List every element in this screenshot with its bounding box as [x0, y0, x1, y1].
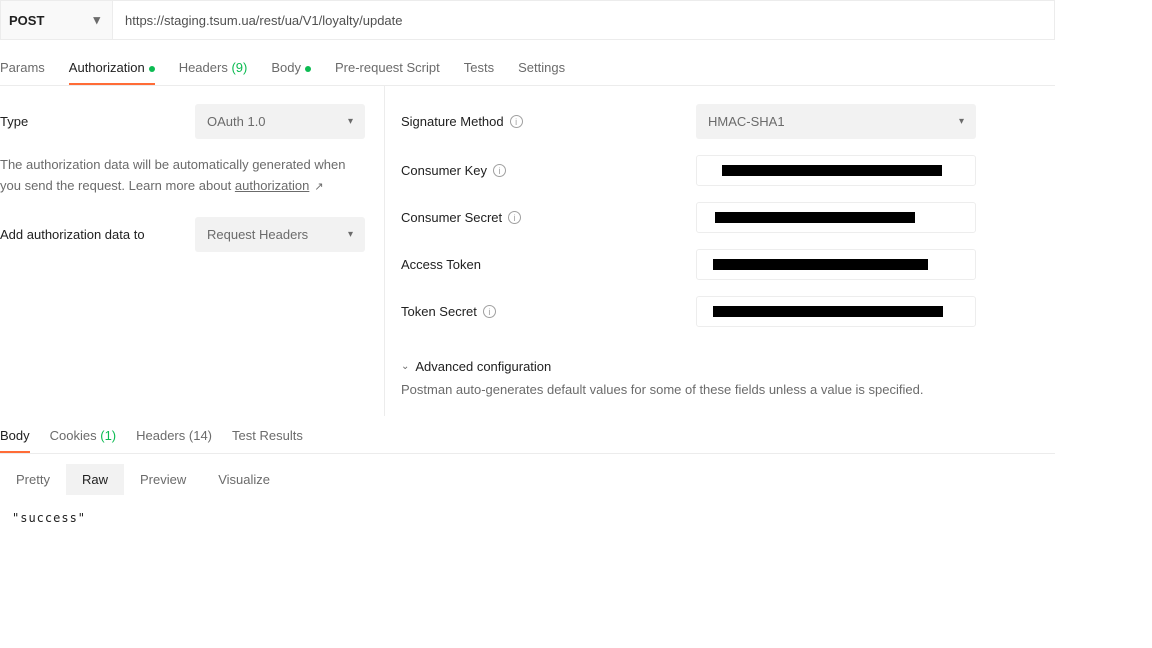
url-input[interactable] [113, 1, 1054, 39]
resp-tab-tests[interactable]: Test Results [232, 420, 303, 453]
auth-type-label: Type [0, 114, 195, 129]
auth-right-panel: Signature Methodi HMAC-SHA1 ▾ Consumer K… [385, 86, 1055, 416]
tab-tests[interactable]: Tests [464, 52, 494, 85]
tab-prerequest[interactable]: Pre-request Script [335, 52, 440, 85]
resp-tab-headers[interactable]: Headers (14) [136, 420, 212, 453]
signature-method-label: Signature Methodi [401, 114, 696, 129]
authorization-link[interactable]: authorization [235, 178, 309, 193]
info-icon[interactable]: i [493, 164, 506, 177]
consumer-secret-label: Consumer Secreti [401, 210, 696, 225]
response-tabs: Body Cookies (1) Headers (14) Test Resul… [0, 420, 1055, 454]
external-link-icon: ↗ [311, 181, 323, 193]
token-secret-label: Token Secreti [401, 304, 696, 319]
consumer-key-label: Consumer Keyi [401, 163, 696, 178]
advanced-config-toggle[interactable]: ⌄ Advanced configuration [401, 359, 1055, 374]
chevron-down-icon: ▾ [348, 229, 353, 240]
dot-icon [305, 66, 311, 72]
url-bar: POST ▾ [0, 0, 1055, 40]
tab-headers[interactable]: Headers (9) [179, 52, 248, 85]
chevron-down-icon: ▾ [959, 116, 964, 127]
info-icon[interactable]: i [508, 211, 521, 224]
response-body[interactable]: "success" [0, 495, 1055, 541]
consumer-secret-input[interactable] [696, 202, 976, 233]
view-tab-preview[interactable]: Preview [124, 464, 202, 495]
info-icon[interactable]: i [510, 115, 523, 128]
add-auth-data-select[interactable]: Request Headers ▾ [195, 217, 365, 252]
resp-tab-cookies[interactable]: Cookies (1) [50, 420, 116, 453]
tab-params[interactable]: Params [0, 52, 45, 85]
resp-tab-body[interactable]: Body [0, 420, 30, 453]
request-tabs: Params Authorization Headers (9) Body Pr… [0, 52, 1055, 86]
tab-authorization[interactable]: Authorization [69, 52, 155, 85]
tab-body[interactable]: Body [271, 52, 311, 85]
view-tab-pretty[interactable]: Pretty [0, 464, 66, 495]
auth-type-select[interactable]: OAuth 1.0 ▾ [195, 104, 365, 139]
view-tab-visualize[interactable]: Visualize [202, 464, 286, 495]
dot-icon [149, 66, 155, 72]
view-tabs: Pretty Raw Preview Visualize [0, 464, 1055, 495]
tab-settings[interactable]: Settings [518, 52, 565, 85]
info-icon[interactable]: i [483, 305, 496, 318]
token-secret-input[interactable] [696, 296, 976, 327]
http-method: POST [9, 13, 44, 28]
consumer-key-input[interactable] [696, 155, 976, 186]
http-method-select[interactable]: POST ▾ [1, 1, 113, 39]
chevron-down-icon: ▾ [348, 116, 353, 127]
chevron-down-icon: ▾ [93, 12, 100, 28]
signature-method-select[interactable]: HMAC-SHA1 ▾ [696, 104, 976, 139]
view-tab-raw[interactable]: Raw [66, 464, 124, 495]
auth-left-panel: Type OAuth 1.0 ▾ The authorization data … [0, 86, 385, 416]
auth-help-text: The authorization data will be automatic… [0, 155, 368, 197]
chevron-down-icon: ⌄ [401, 361, 409, 372]
access-token-input[interactable] [696, 249, 976, 280]
add-auth-data-label: Add authorization data to [0, 227, 195, 242]
access-token-label: Access Token [401, 257, 696, 272]
advanced-config-desc: Postman auto-generates default values fo… [401, 382, 1055, 397]
